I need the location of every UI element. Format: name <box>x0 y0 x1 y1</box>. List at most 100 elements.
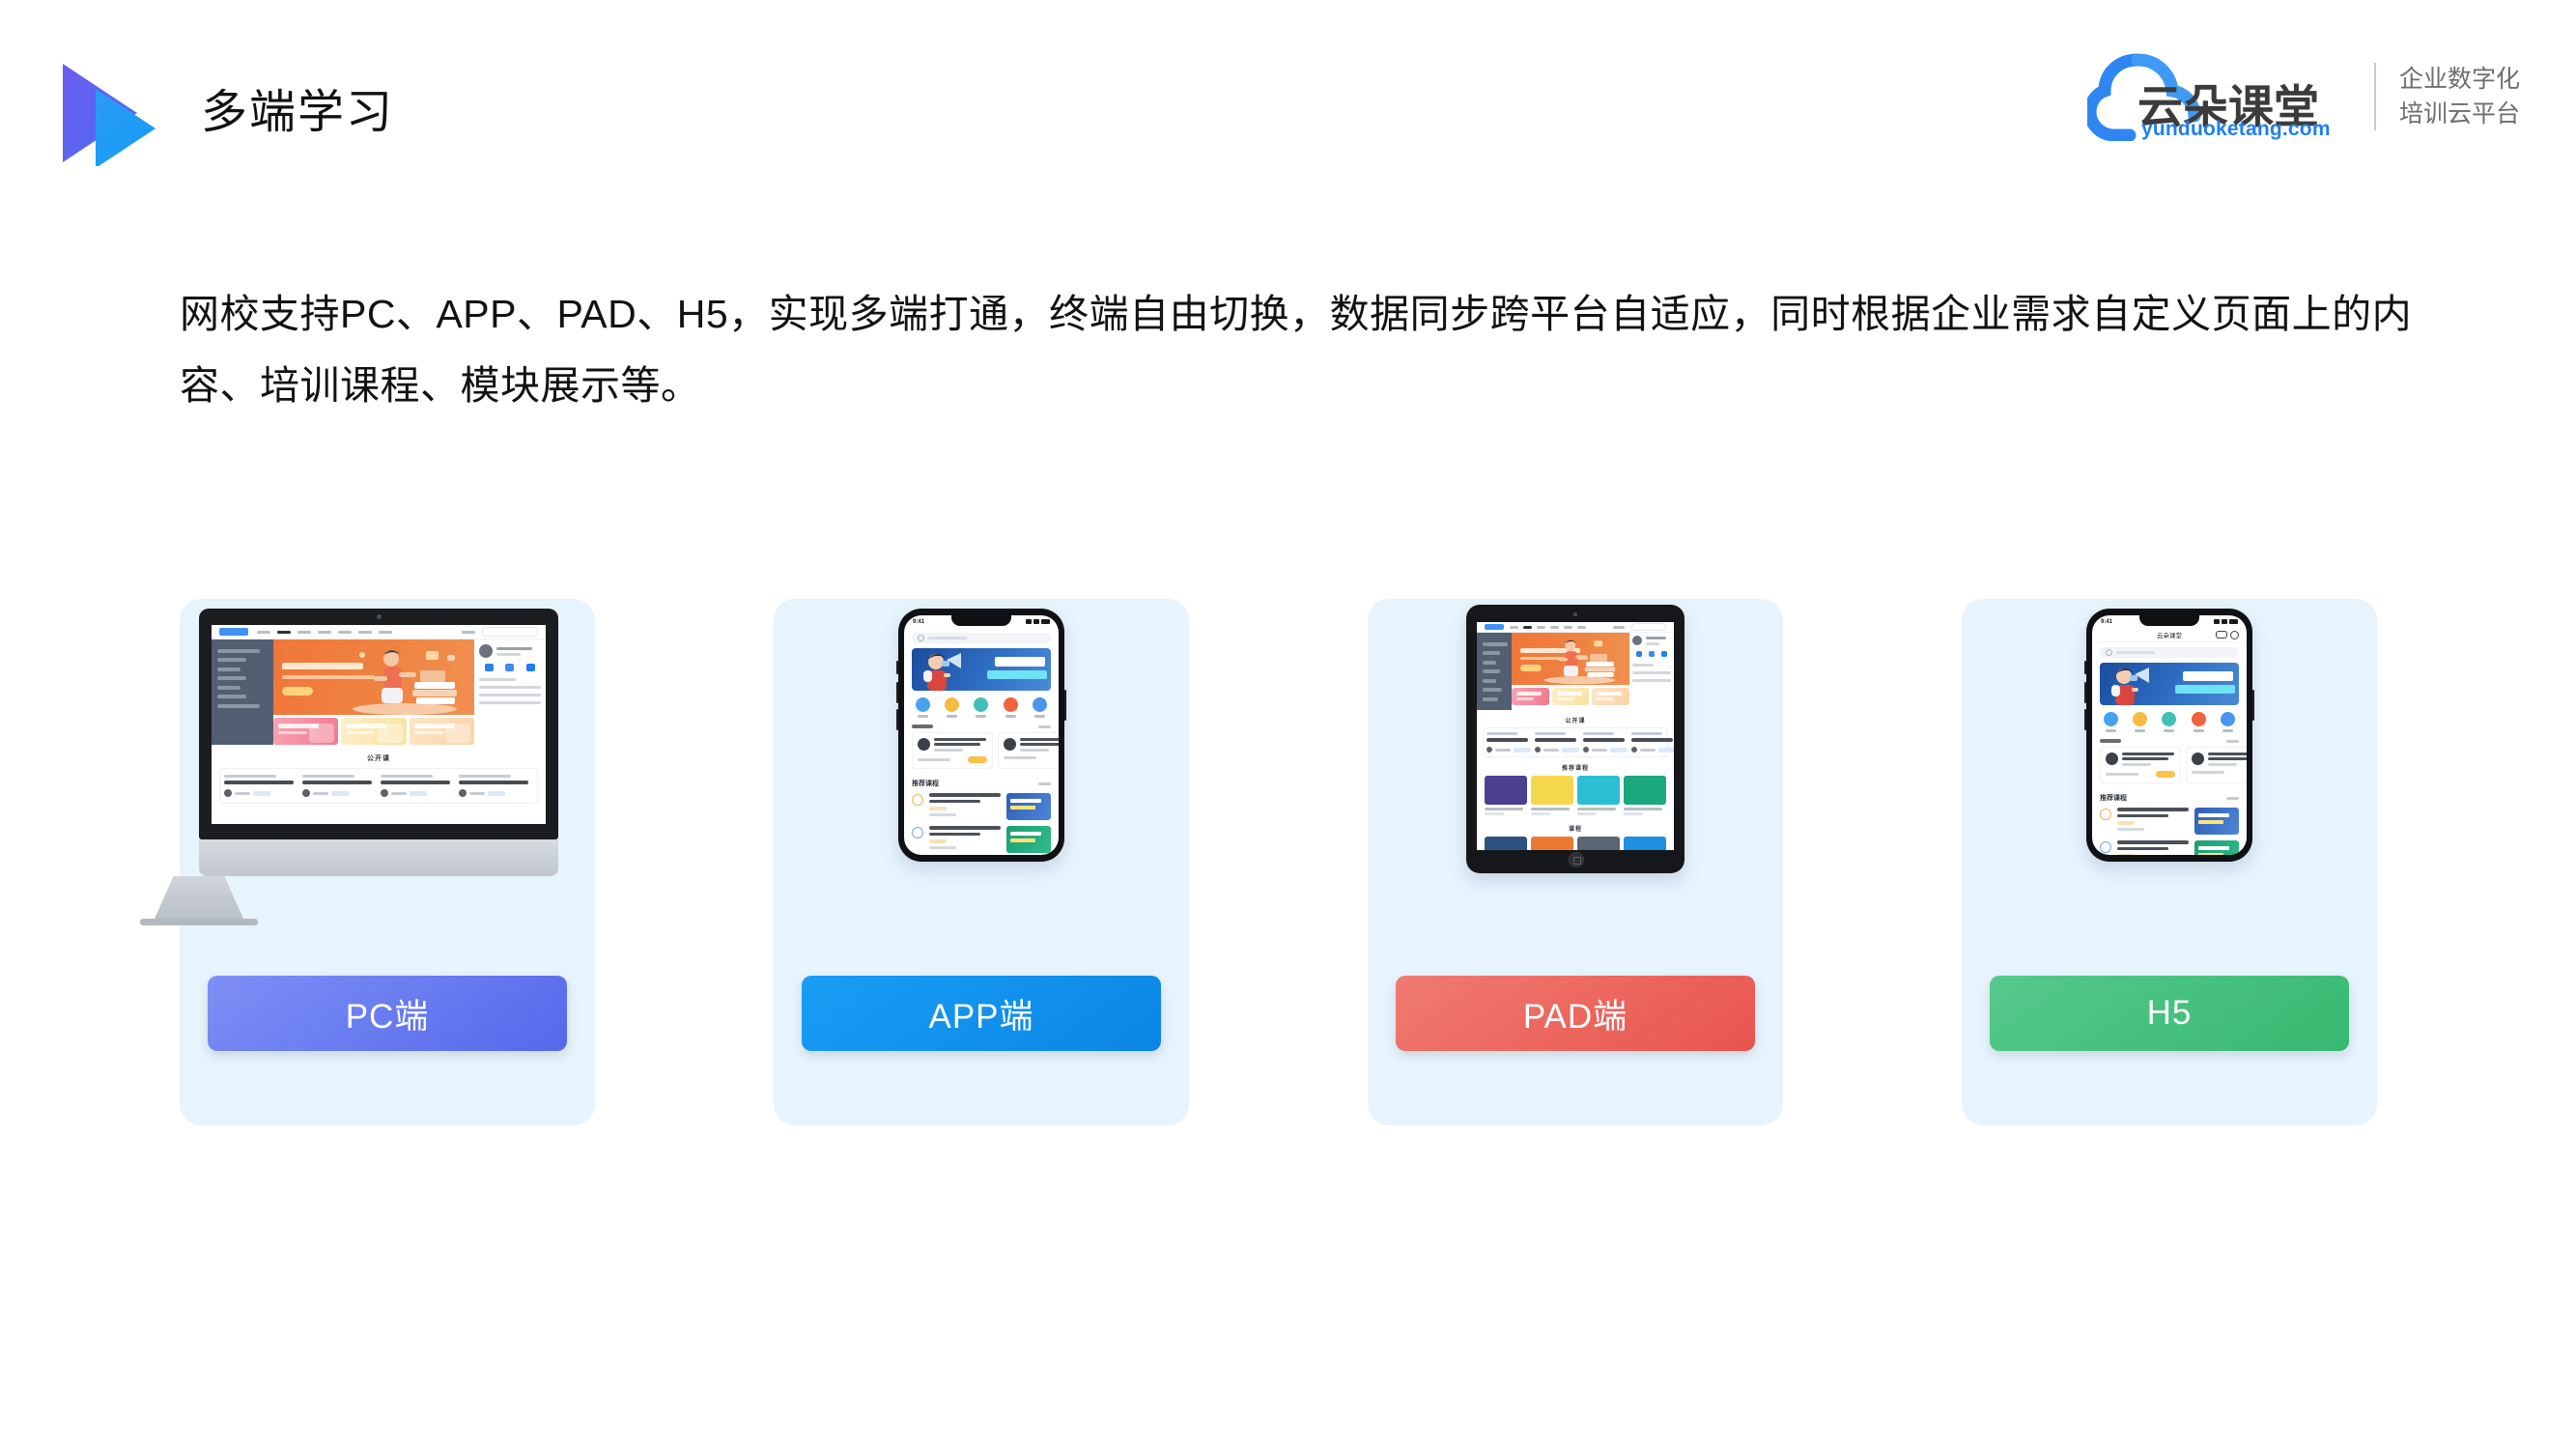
app-live-card[interactable] <box>998 732 1059 769</box>
pc-course-card[interactable] <box>459 775 533 797</box>
pad-user-card[interactable] <box>1632 636 1671 645</box>
pad-hero-banner[interactable] <box>1512 633 1629 685</box>
quick-item-live[interactable] <box>2191 712 2206 732</box>
pc-sidebar-item[interactable] <box>217 648 260 653</box>
pad-sidebar-item[interactable] <box>1483 696 1498 701</box>
pc-sidebar-item[interactable] <box>217 703 260 708</box>
quick-item-favorite[interactable] <box>974 697 989 718</box>
more-link[interactable] <box>1038 781 1051 785</box>
more-link[interactable] <box>2226 796 2239 800</box>
cta-button-pad[interactable]: PAD端 <box>1396 976 1755 1051</box>
pc-promo-card[interactable] <box>409 718 474 745</box>
pad-course-tile[interactable] <box>1624 837 1666 850</box>
pad-sidebar-item[interactable] <box>1483 641 1508 646</box>
h5-search-input[interactable] <box>2100 647 2239 658</box>
pad-nav-item[interactable] <box>1577 625 1586 629</box>
pad-rec-card[interactable] <box>1577 776 1620 815</box>
pc-quick-actions[interactable] <box>479 664 541 671</box>
pad-sidebar-item[interactable] <box>1483 660 1496 665</box>
more-link[interactable] <box>1038 724 1051 728</box>
pad-course-tile[interactable] <box>1485 837 1527 850</box>
pad-course-tile[interactable] <box>1577 837 1620 850</box>
h5-rec-row[interactable] <box>2092 805 2247 838</box>
pc-nav-app-link[interactable] <box>462 630 475 634</box>
quick-item-course[interactable] <box>2103 712 2118 732</box>
pad-nav-item[interactable] <box>1510 625 1518 629</box>
cta-button-h5[interactable]: H5 <box>1990 976 2349 1051</box>
quick-item-material[interactable] <box>1033 697 1048 718</box>
pad-search-input[interactable] <box>1631 623 1666 631</box>
pc-sidebar-item[interactable] <box>217 685 241 690</box>
app-rec-row[interactable] <box>904 823 1059 855</box>
pc-promo-row <box>273 715 474 745</box>
quick-item-material[interactable] <box>2221 712 2236 732</box>
more-link[interactable] <box>2226 739 2239 743</box>
pad-sidebar-item[interactable] <box>1483 651 1500 655</box>
app-hero-banner[interactable] <box>912 648 1051 691</box>
banner-line1 <box>2183 671 2233 681</box>
pad-nav-item[interactable] <box>1564 625 1572 629</box>
quick-item-favorite[interactable] <box>2162 712 2177 732</box>
pad-course-card[interactable] <box>1631 732 1674 753</box>
pc-nav-item[interactable] <box>257 630 270 634</box>
pad-rec-card[interactable] <box>1485 776 1527 815</box>
clock-icon <box>2100 841 2111 853</box>
pc-course-card[interactable] <box>224 775 298 797</box>
webcam-dot <box>1573 612 1577 616</box>
pad-sidebar-item[interactable] <box>1483 678 1496 683</box>
pad-course-tile[interactable] <box>1531 837 1573 850</box>
pc-course-card[interactable] <box>381 775 455 797</box>
pad-section-course: 课程 <box>1568 827 1582 833</box>
pc-nav-item[interactable] <box>277 630 291 634</box>
pc-nav-item[interactable] <box>297 630 311 634</box>
pad-sidebar-item[interactable] <box>1483 688 1502 692</box>
pc-sidebar-item[interactable] <box>217 695 246 698</box>
pad-course-card[interactable] <box>1486 732 1531 753</box>
quick-item-course-pack[interactable] <box>945 697 960 718</box>
pc-sidebar-item[interactable] <box>217 658 246 662</box>
pad-promo-card[interactable] <box>1592 688 1630 705</box>
pad-rec-card[interactable] <box>1624 776 1666 815</box>
pad-nav-item[interactable] <box>1550 625 1559 629</box>
pad-course-card[interactable] <box>1583 732 1628 753</box>
pc-nav-item[interactable] <box>379 630 392 634</box>
cta-button-pc[interactable]: PC端 <box>208 976 567 1051</box>
pc-sidebar-item[interactable] <box>217 667 241 671</box>
pc-hero-cta[interactable] <box>282 687 313 696</box>
pc-course-card[interactable] <box>302 775 377 797</box>
pad-nav-item[interactable] <box>1523 625 1532 629</box>
cta-button-app[interactable]: APP端 <box>802 976 1161 1051</box>
pad-nav-app-link[interactable] <box>1613 625 1625 629</box>
quick-item-course-pack[interactable] <box>2133 712 2148 732</box>
quick-item-live[interactable] <box>1003 697 1018 718</box>
pc-hero-banner[interactable] <box>273 639 474 715</box>
pad-promo-card[interactable] <box>1512 688 1549 705</box>
h5-hero-banner[interactable] <box>2100 663 2239 705</box>
pad-rec-card[interactable] <box>1531 776 1573 815</box>
pad-sidebar-item[interactable] <box>1483 669 1500 673</box>
pad-course-card[interactable] <box>1535 732 1579 753</box>
app-rec-row[interactable] <box>904 790 1059 823</box>
h5-live-card[interactable] <box>2186 747 2247 783</box>
pc-search-input[interactable] <box>482 627 538 637</box>
app-live-card[interactable] <box>912 732 993 769</box>
pc-nav-item[interactable] <box>358 630 372 634</box>
home-button[interactable] <box>1569 852 1584 867</box>
hero-illustration <box>353 650 457 715</box>
pc-promo-card[interactable] <box>341 718 407 745</box>
pad-nav-item[interactable] <box>1537 625 1545 629</box>
pc-nav-item[interactable] <box>318 630 331 634</box>
pc-nav-item[interactable] <box>338 630 352 634</box>
course-thumbnail <box>2194 808 2239 835</box>
pc-user-card[interactable] <box>479 644 541 658</box>
pad-quick-actions[interactable] <box>1632 651 1671 657</box>
h5-rec-row[interactable] <box>2092 838 2247 855</box>
pad-promo-card[interactable] <box>1551 688 1590 705</box>
h5-navbar-actions[interactable] <box>2216 630 2239 639</box>
pc-sidebar-item[interactable] <box>217 676 246 680</box>
h5-live-card[interactable] <box>2100 747 2181 783</box>
app-search-input[interactable] <box>912 633 1051 643</box>
quick-item-course[interactable] <box>915 697 930 718</box>
pc-promo-card[interactable] <box>273 718 339 745</box>
h5-live-row <box>2092 745 2247 789</box>
